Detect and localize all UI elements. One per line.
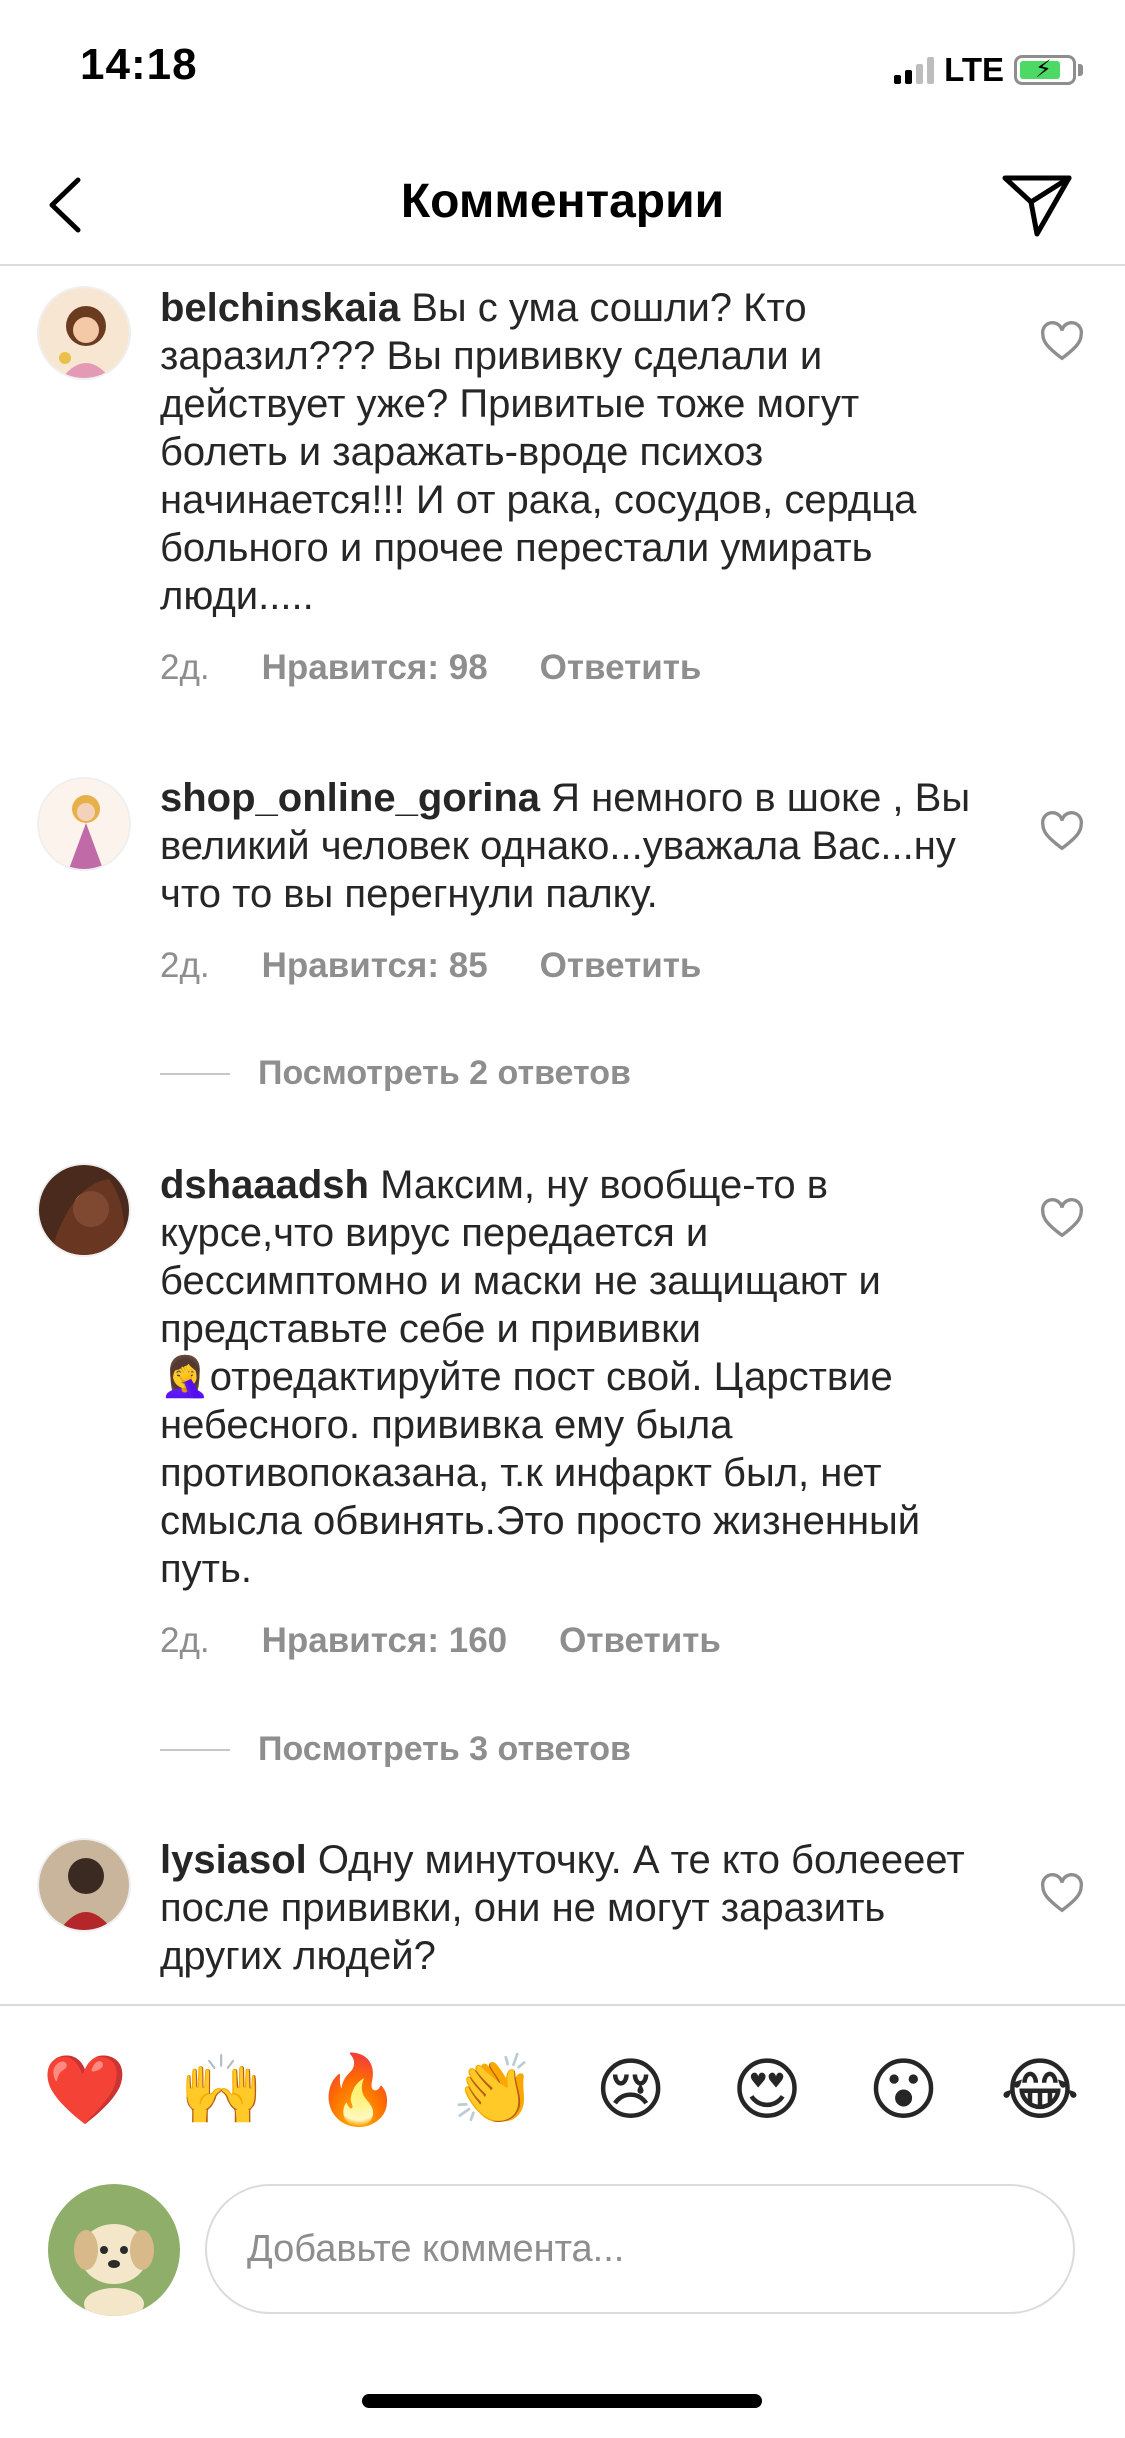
comment-composer: ❤️ 🙌 🔥 👏 😢 😍 😮 😂 Добавьте коммента... xyxy=(0,2004,1125,2438)
status-indicators: LTE ⚡ xyxy=(894,50,1083,90)
view-replies-link[interactable]: Посмотреть 2 ответов xyxy=(160,1054,631,1093)
heart-icon[interactable] xyxy=(1039,1197,1085,1243)
battery-tip xyxy=(1078,64,1083,76)
comment-likes[interactable]: Нравится: 98 xyxy=(262,648,488,688)
view-replies-label: Посмотреть 3 ответов xyxy=(258,1730,631,1768)
comment-text: dshaaadsh Максим, ну вообще-то в курсе,ч… xyxy=(160,1161,980,1593)
comment-meta: 2д. Нравится: 160 Ответить xyxy=(160,1621,721,1661)
network-label: LTE xyxy=(944,51,1004,88)
avatar-illustration xyxy=(39,779,129,869)
laughing-emoji-button[interactable]: 😂 xyxy=(995,2050,1085,2130)
reply-button[interactable]: Ответить xyxy=(540,946,702,986)
comment-likes[interactable]: Нравится: 85 xyxy=(262,946,488,986)
reply-button[interactable]: Ответить xyxy=(540,648,702,688)
home-indicator[interactable] xyxy=(362,2394,762,2408)
comment-username[interactable]: shop_online_gorina xyxy=(160,776,540,820)
signal-icon xyxy=(894,56,935,84)
avatar[interactable] xyxy=(37,777,131,871)
avatar-illustration xyxy=(39,1840,129,1930)
comment-time: 2д. xyxy=(160,1621,210,1660)
comment-username[interactable]: lysiasol xyxy=(160,1838,307,1882)
comment-time: 2д. xyxy=(160,946,210,985)
comment-message: Максим, ну вообще-то в курсе,что вирус п… xyxy=(160,1163,921,1591)
comment-username[interactable]: belchinskaia xyxy=(160,286,400,330)
heart-icon[interactable] xyxy=(1039,810,1085,856)
reply-button[interactable]: Ответить xyxy=(559,1621,721,1661)
view-replies-label: Посмотреть 2 ответов xyxy=(258,1054,631,1092)
replies-divider xyxy=(160,1072,230,1075)
avatar-illustration xyxy=(39,288,129,378)
fire-emoji-button[interactable]: 🔥 xyxy=(313,2050,403,2130)
current-user-avatar xyxy=(48,2184,180,2316)
heart-icon[interactable] xyxy=(1039,320,1085,366)
comment-text: belchinskaia Вы с ума сошли? Кто заразил… xyxy=(160,284,980,620)
comment-likes[interactable]: Нравится: 160 xyxy=(262,1621,508,1661)
comment-meta: 2д. Нравится: 85 Ответить xyxy=(160,946,701,986)
comment-input[interactable]: Добавьте коммента... xyxy=(205,2184,1075,2314)
replies-divider xyxy=(160,1748,230,1751)
avatar-illustration xyxy=(39,1165,129,1255)
page-title: Комментарии xyxy=(400,175,725,228)
comment-input-placeholder: Добавьте коммента... xyxy=(247,2227,625,2270)
heart-emoji-button[interactable]: ❤️ xyxy=(40,2050,130,2130)
heart-eyes-emoji-button[interactable]: 😍 xyxy=(722,2050,812,2130)
avatar[interactable] xyxy=(37,1163,131,1257)
avatar[interactable] xyxy=(37,286,131,380)
reaction-row: ❤️ 🙌 🔥 👏 😢 😍 😮 😂 xyxy=(40,2050,1085,2130)
comment-message: Вы с ума сошли? Кто заразил??? Вы привив… xyxy=(160,286,917,618)
raised-hands-emoji-button[interactable]: 🙌 xyxy=(176,2050,266,2130)
comment-time: 2д. xyxy=(160,648,210,687)
status-time: 14:18 xyxy=(80,40,198,89)
clap-emoji-button[interactable]: 👏 xyxy=(449,2050,539,2130)
surprised-emoji-button[interactable]: 😮 xyxy=(859,2050,949,2130)
heart-icon[interactable] xyxy=(1039,1872,1085,1918)
comment-text: shop_online_gorina Я немного в шоке , Вы… xyxy=(160,774,980,918)
avatar[interactable] xyxy=(37,1838,131,1932)
view-replies-link[interactable]: Посмотреть 3 ответов xyxy=(160,1730,631,1769)
comment-username[interactable]: dshaaadsh xyxy=(160,1163,369,1207)
comment-text: lysiasol Одну минуточку. А те кто болеее… xyxy=(160,1836,980,1980)
puppy-avatar-illustration xyxy=(48,2184,180,2316)
comment-meta: 2д. Нравится: 98 Ответить xyxy=(160,648,701,688)
battery-icon: ⚡ xyxy=(1014,55,1076,85)
crying-emoji-button[interactable]: 😢 xyxy=(586,2050,676,2130)
send-icon[interactable] xyxy=(999,166,1075,242)
header-bar: Комментарии xyxy=(0,140,1125,266)
